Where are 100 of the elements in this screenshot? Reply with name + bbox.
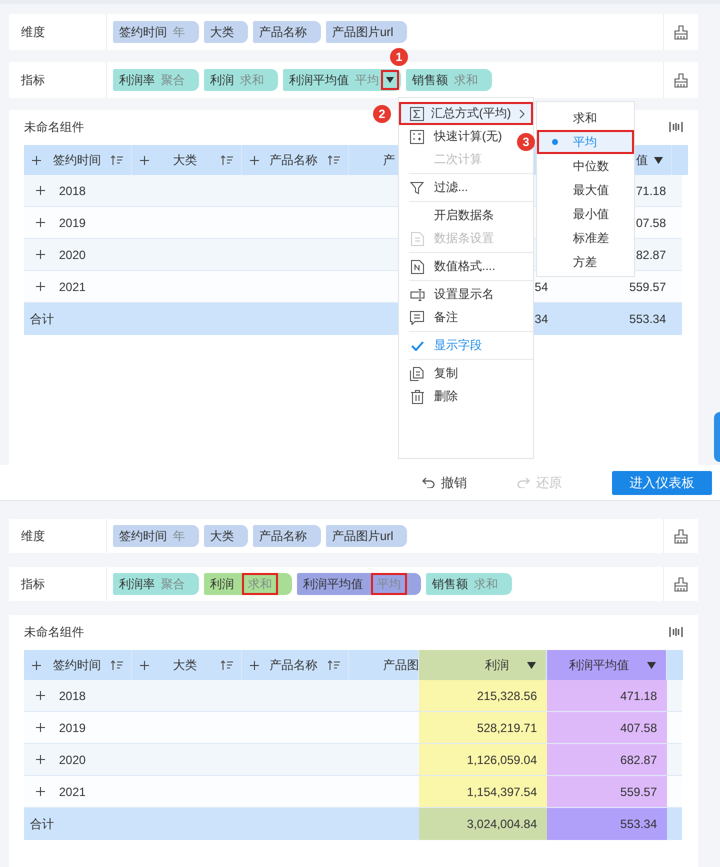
undo-button[interactable]: 撤销 (422, 474, 467, 492)
dimension-chip[interactable]: 产品图片url (326, 21, 408, 43)
plus-icon[interactable] (36, 723, 45, 732)
document-icon (410, 260, 424, 274)
submenu-label: 方差 (573, 254, 597, 270)
dimension-chip[interactable]: 产品名称 (253, 21, 321, 43)
dimension-chip[interactable]: 大类 (204, 525, 248, 547)
plus-icon[interactable] (36, 691, 45, 700)
selected-dot-icon (552, 139, 558, 145)
chip-suffix: 年 (173, 528, 185, 544)
side-tab[interactable] (714, 412, 720, 462)
column-header[interactable]: 大类 (132, 650, 242, 680)
plus-icon[interactable] (32, 660, 41, 670)
table-cell: 1,154,397.54 (419, 776, 547, 808)
plus-icon[interactable] (250, 660, 259, 670)
column-label: 产 (383, 152, 396, 168)
dimension-chip[interactable]: 产品名称 (253, 525, 321, 547)
broom-icon[interactable] (673, 528, 689, 544)
chip-suffix: 求和 (454, 72, 478, 88)
broom-icon[interactable] (673, 72, 689, 88)
chip-suffix: 求和 (474, 576, 498, 592)
dashboard-button[interactable]: 进入仪表板 (612, 470, 712, 494)
sort-icon[interactable] (221, 154, 233, 166)
table-cell: 471.18 (547, 680, 667, 712)
broom-icon[interactable] (673, 576, 689, 592)
chart-type-icon[interactable] (669, 121, 683, 133)
plus-icon[interactable] (36, 787, 45, 796)
table-cell: 407.58 (547, 712, 667, 744)
sort-icon[interactable] (328, 154, 340, 166)
plus-icon[interactable] (36, 218, 45, 227)
submenu-label: 求和 (573, 110, 597, 126)
measure-chip[interactable]: 利润 求和 (204, 69, 278, 91)
undo-icon (422, 477, 435, 488)
plus-icon[interactable] (36, 755, 45, 764)
menu-item[interactable]: 删除 (399, 385, 517, 408)
sort-icon[interactable] (328, 660, 340, 670)
column-header[interactable]: 签约时间 (24, 145, 132, 175)
sort-icon[interactable] (111, 154, 123, 166)
measure-chip[interactable]: 利润率 聚合 (113, 573, 199, 595)
year-label: 2021 (59, 784, 86, 798)
table-cell (672, 239, 682, 271)
caret-icon[interactable] (527, 662, 536, 668)
column-label: 利润 (485, 656, 509, 674)
menu-item[interactable]: 复制 (399, 362, 517, 385)
measure-chip[interactable]: 利润 求和 (204, 573, 292, 595)
menu-label: 二次计算 (434, 151, 482, 168)
caret-icon[interactable] (654, 156, 663, 164)
measure-chip[interactable]: 销售额 求和 (406, 69, 492, 91)
menu-item[interactable]: 过滤... (399, 176, 517, 199)
plus-icon[interactable] (32, 156, 41, 164)
trash-icon (410, 390, 424, 404)
column-header[interactable]: 产品名称 (242, 650, 349, 680)
sigma-icon (410, 106, 424, 120)
dimension-chip[interactable]: 签约时间 年 (113, 525, 199, 547)
dimension-chip[interactable]: 大类 (204, 21, 248, 43)
menu-item[interactable]: 开启数据条 (399, 204, 517, 227)
note-icon (410, 310, 424, 324)
row-label: 指标 (9, 62, 107, 98)
column-header[interactable]: 签约时间 (24, 650, 132, 680)
column-header[interactable]: 产品图 (349, 650, 419, 680)
measure-chip[interactable]: 利润平均值 平均 (297, 573, 421, 595)
submenu-item[interactable]: 求和 (537, 106, 634, 130)
total-label: 合计 (24, 808, 419, 840)
column-header[interactable]: 利润 (419, 650, 547, 680)
menu-item[interactable]: 快速计算(无) (399, 125, 517, 148)
sort-icon[interactable] (111, 660, 123, 670)
submenu-item[interactable]: 中位数 (537, 154, 634, 178)
total-cell: 553.34 (554, 303, 672, 335)
column-label: 大类 (172, 152, 198, 168)
plus-icon[interactable] (140, 660, 149, 670)
chip-suffix: 聚合 (161, 72, 185, 88)
sort-icon[interactable] (221, 660, 233, 670)
header-cell (667, 650, 683, 680)
plus-icon[interactable] (36, 186, 45, 195)
column-header[interactable]: 产品名称 (242, 145, 349, 175)
dimension-chip[interactable]: 产品图片url (326, 525, 408, 547)
measure-chip[interactable]: 销售额 求和 (426, 573, 512, 595)
submenu-label: 中位数 (573, 158, 609, 174)
plus-icon[interactable] (36, 250, 45, 259)
table-cell (672, 175, 682, 207)
row-label: 维度 (9, 14, 107, 50)
broom-icon[interactable] (673, 24, 689, 40)
column-header[interactable]: 大类 (132, 145, 242, 175)
plus-icon[interactable] (250, 156, 259, 164)
redo-icon (517, 477, 530, 488)
measure-chip[interactable]: 利润率 聚合 (113, 69, 199, 91)
chart-type-icon[interactable] (669, 626, 683, 638)
plus-icon[interactable] (36, 282, 45, 291)
dropdown-button[interactable] (381, 70, 399, 90)
menu-label: 开启数据条 (434, 207, 494, 224)
column-label: 签约时间 (52, 656, 102, 674)
column-label: 值 (636, 152, 648, 168)
year-label: 2019 (59, 216, 86, 230)
menu-label: 过滤... (434, 179, 468, 196)
chip-suffix: 年 (173, 24, 185, 40)
plus-icon[interactable] (140, 156, 149, 164)
dimension-chip[interactable]: 签约时间 年 (113, 21, 199, 43)
caret-icon[interactable] (647, 662, 656, 668)
menu-item[interactable]: 显示字段 (399, 334, 517, 357)
column-header[interactable]: 利润平均值 (547, 650, 667, 680)
